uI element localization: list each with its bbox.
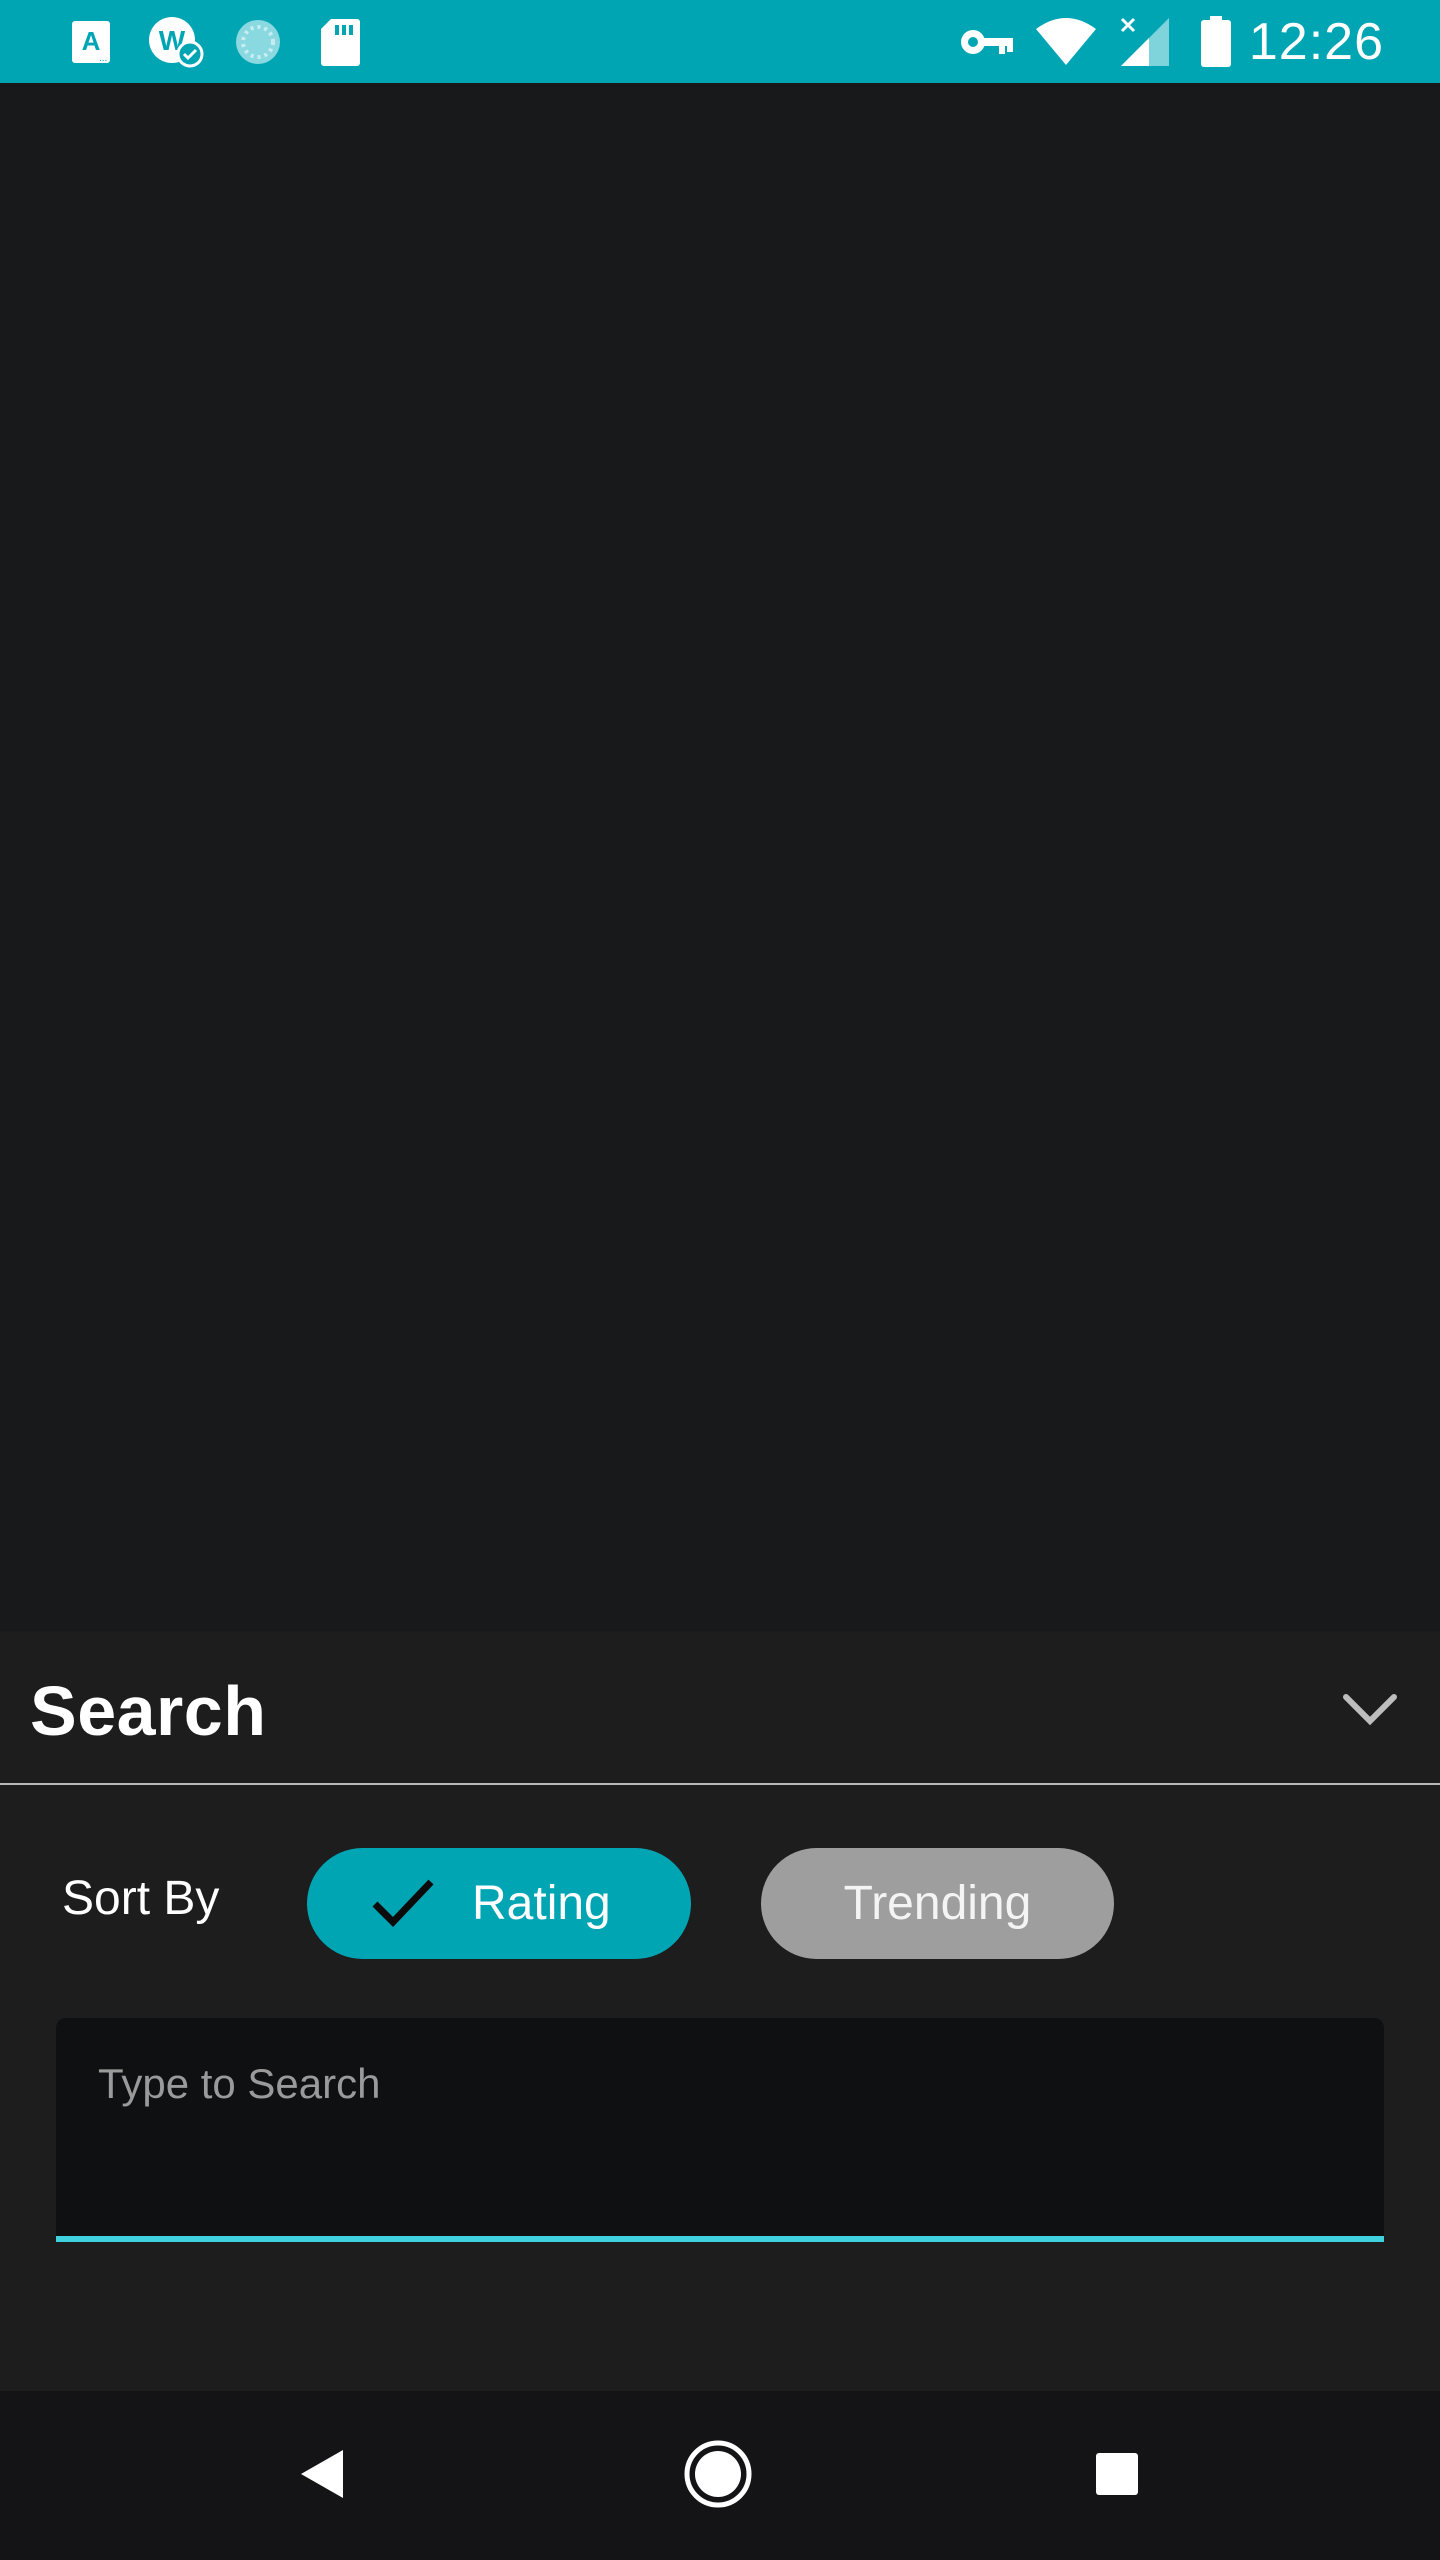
- svg-text:A: A: [82, 26, 101, 56]
- sort-chip-trending[interactable]: Trending: [761, 1848, 1114, 1959]
- search-field[interactable]: [56, 2018, 1384, 2242]
- wifi-icon: [1034, 16, 1098, 68]
- vpn-key-icon: [958, 16, 1016, 68]
- content-area: [0, 83, 1440, 1631]
- chip-label: Rating: [472, 1877, 611, 1930]
- web-check-icon: W: [146, 16, 206, 68]
- loading-circle-icon: [232, 16, 284, 68]
- svg-text:...: ...: [99, 53, 107, 64]
- battery-icon: [1198, 16, 1234, 68]
- recents-button[interactable]: [1072, 2429, 1162, 2519]
- home-button[interactable]: [673, 2429, 763, 2519]
- text-a-icon: A...: [68, 16, 114, 68]
- divider: [0, 1783, 1440, 1785]
- sheet-header[interactable]: Search: [0, 1631, 1440, 1785]
- sd-card-icon: [318, 16, 362, 68]
- search-bottom-sheet: Search Sort By Rating Trending: [0, 1631, 1440, 2391]
- home-icon: [684, 2440, 752, 2508]
- chip-label: Trending: [843, 1877, 1032, 1930]
- status-time: 12:26: [1248, 13, 1384, 71]
- back-button[interactable]: [277, 2429, 367, 2519]
- recents-icon: [1096, 2453, 1138, 2495]
- sort-by-label: Sort By: [62, 1872, 220, 1925]
- search-input[interactable]: [98, 2054, 1298, 2114]
- sort-chip-rating[interactable]: Rating: [307, 1848, 691, 1959]
- status-bar: A... W 12:26: [0, 0, 1440, 83]
- check-icon: [372, 1879, 434, 1928]
- sheet-title: Search: [30, 1672, 267, 1750]
- navigation-bar: [0, 2391, 1440, 2560]
- chevron-down-icon: [1343, 1694, 1397, 1726]
- back-icon: [301, 2450, 343, 2498]
- collapse-button[interactable]: [1330, 1669, 1410, 1749]
- cellular-no-signal-icon: [1118, 16, 1174, 68]
